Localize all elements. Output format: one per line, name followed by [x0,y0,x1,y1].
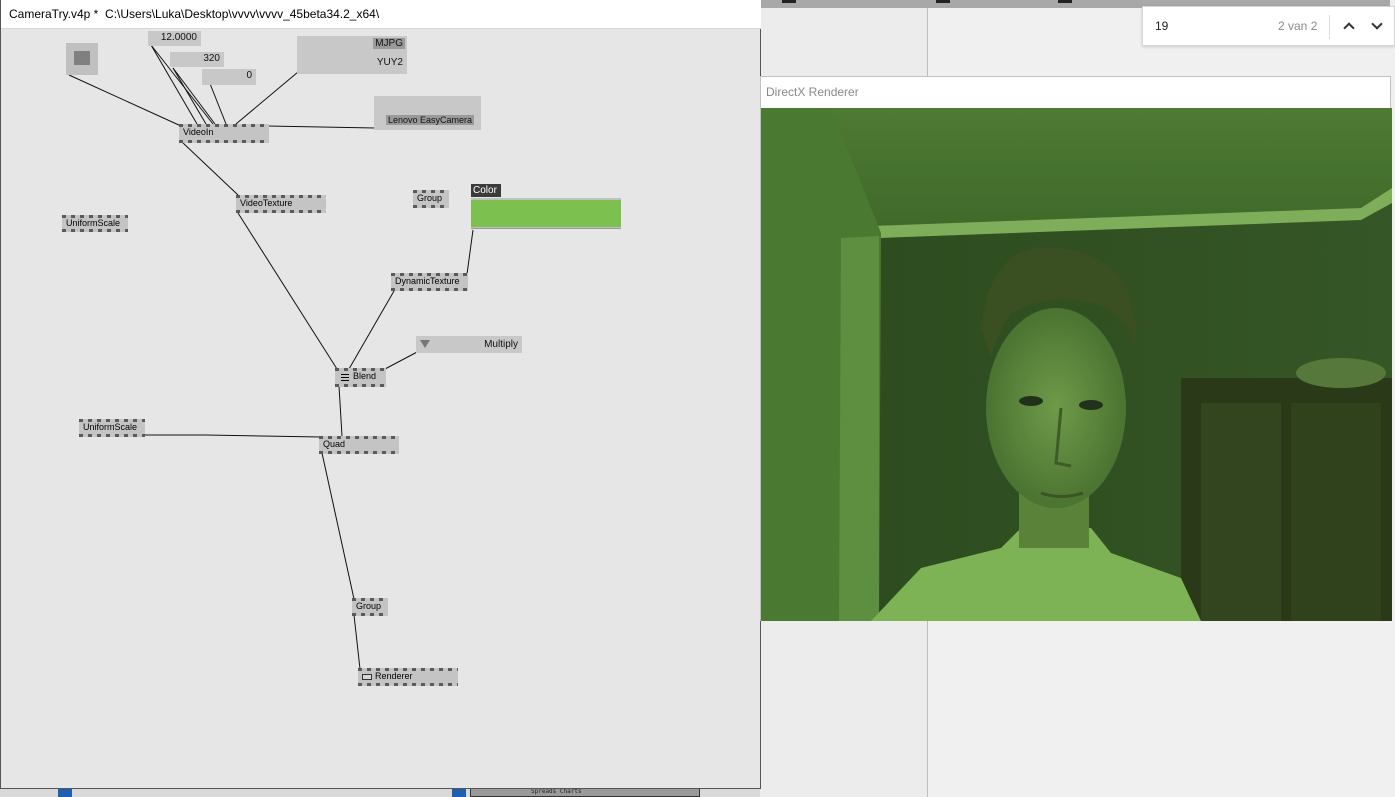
zero-value: 0 [246,70,252,81]
fps-value-box[interactable]: 12.0000 [148,31,201,46]
find-input[interactable]: 19 [1155,19,1168,33]
device-box[interactable]: Lenovo EasyCamera [374,96,481,130]
camera-view [761,108,1392,621]
node-pins [352,613,388,616]
patch-link [348,290,395,370]
eye [1019,396,1043,406]
patch-link [181,141,239,196]
wardrobe-door [1291,403,1381,621]
menu-lines-icon [341,374,349,375]
patch-link [321,452,355,600]
find-divider [1329,15,1330,39]
toggle-indicator [74,51,90,65]
node-pins [391,288,468,291]
window-icon [362,674,372,680]
node-group[interactable]: Group [413,190,449,208]
node-label: VideoTexture [240,198,293,208]
node-label: VideoIn [183,127,214,137]
find-previous-button[interactable] [1339,15,1361,39]
renderer-window: DirectX Renderer [760,76,1392,621]
node-label: DynamicTexture [395,276,460,286]
node-label: Quad [323,439,346,449]
format-option[interactable]: YUY2 [377,57,403,68]
color-value-box[interactable] [471,198,621,229]
patch-canvas[interactable]: 12.0000 320 0 MJPG YUY2 Lenovo EasyCamer… [1,30,761,789]
color-swatch [471,200,621,227]
node-renderer[interactable]: Renderer [358,668,458,686]
node-label: Group [417,193,443,203]
patch-link [353,614,361,670]
node-pins [179,140,269,143]
blend-mode-box[interactable]: Multiply [416,336,522,353]
toggle-box[interactable] [66,43,98,75]
node-blend[interactable]: Blend [335,368,386,387]
find-count: 2 van 2 [1278,19,1318,33]
node-uniformscale-2[interactable]: UniformScale [79,419,145,437]
webcam-image [761,108,1392,621]
node-label: Renderer [375,671,413,681]
shelf-objects [1296,358,1386,388]
chevron-up-icon [1343,22,1355,34]
patch-link [237,212,338,370]
find-bar: 19 2 van 2 [1142,6,1395,46]
eye [1079,400,1103,410]
format-selected[interactable]: MJPG [373,38,405,49]
door-frame [839,236,879,621]
face [986,308,1126,508]
node-label: Group [356,601,382,611]
patch-link [466,229,474,275]
tab-marker [936,0,950,3]
find-next-button[interactable] [1367,15,1389,39]
node-uniformscale[interactable]: UniformScale [62,215,128,232]
patch-window: CameraTry.v4p * C:\Users\Luka\Desktop\vv… [0,0,761,789]
chevron-down-icon [1371,18,1383,30]
node-label: UniformScale [83,422,138,432]
node-pins [319,451,399,454]
dropdown-arrow-icon [420,340,430,348]
zero-value-box[interactable]: 0 [202,69,256,85]
patch-link [68,74,182,127]
node-pins [62,229,128,232]
patch-link [338,385,343,437]
node-pins [335,384,386,387]
tab-marker [782,0,796,3]
node-videotexture[interactable]: VideoTexture [236,195,326,213]
width-value-box[interactable]: 320 [170,52,224,67]
device-name: Lenovo EasyCamera [386,115,475,125]
format-list-box[interactable]: MJPG YUY2 [297,36,407,74]
node-pins [236,210,326,213]
tab-marker [1058,0,1072,3]
patch-link [384,350,420,370]
patch-link [266,125,376,129]
node-pins [358,683,458,686]
node-label: Blend [353,371,377,381]
node-dynamictexture[interactable]: DynamicTexture [391,273,468,291]
fps-value: 12.0000 [160,32,197,43]
blend-mode-value: Multiply [484,339,518,350]
node-quad[interactable]: Quad [319,436,399,454]
node-pins [79,434,145,437]
node-pins [413,205,449,208]
node-videoin[interactable]: VideoIn [179,124,269,143]
width-value: 320 [203,53,220,64]
wardrobe-door [1201,403,1281,621]
renderer-title: DirectX Renderer [766,85,859,99]
patch-titlebar: CameraTry.v4p * C:\Users\Luka\Desktop\vv… [1,0,761,29]
color-label: Color [471,184,501,197]
patch-title: CameraTry.v4p * C:\Users\Luka\Desktop\vv… [9,7,380,21]
node-group-2[interactable]: Group [352,598,388,616]
